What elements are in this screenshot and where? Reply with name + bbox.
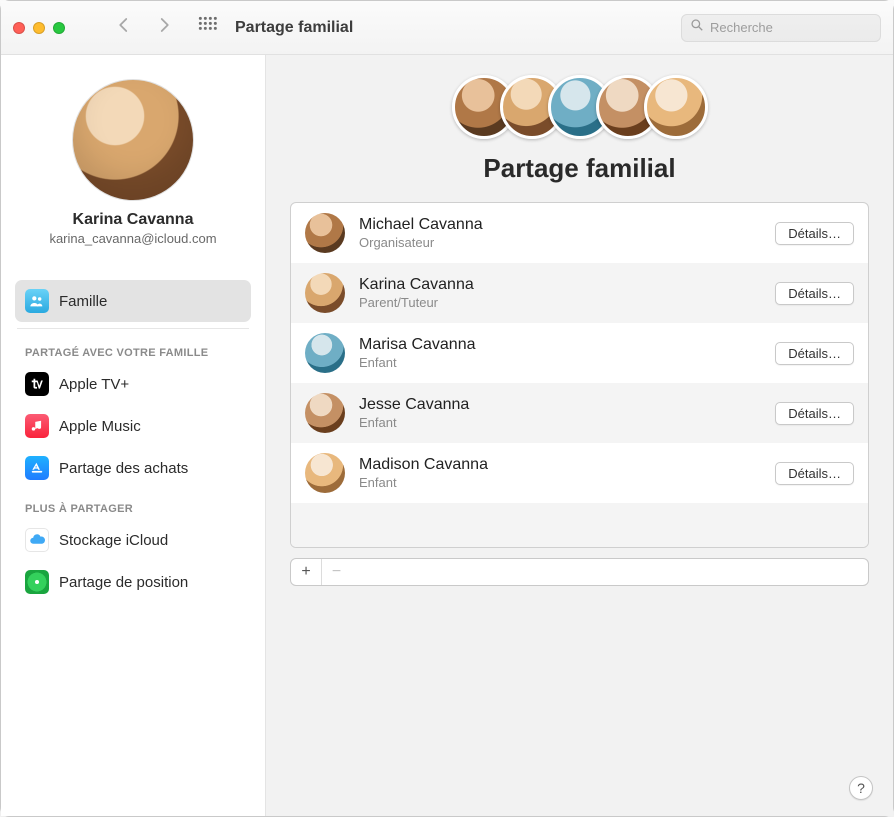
- member-name: Karina Cavanna: [359, 276, 775, 294]
- titlebar-title: Partage familial: [235, 19, 353, 37]
- member-table: Michael CavannaOrganisateurDétails…Karin…: [290, 202, 869, 548]
- member-avatar: [305, 453, 345, 493]
- back-button[interactable]: [115, 16, 133, 39]
- member-text: Marisa CavannaEnfant: [359, 336, 775, 370]
- member-row[interactable]: Jesse CavannaEnfantDétails…: [291, 383, 868, 443]
- zoom-window-button[interactable]: [53, 22, 65, 34]
- member-row[interactable]: Madison CavannaEnfantDétails…: [291, 443, 868, 503]
- hero-avatar-stack: [290, 75, 869, 139]
- sidebar-item-apple-tv[interactable]: Apple TV+: [15, 363, 251, 405]
- sidebar-item-family[interactable]: Famille: [15, 280, 251, 322]
- sidebar-item-label: Apple TV+: [59, 376, 129, 393]
- details-button[interactable]: Détails…: [775, 282, 854, 305]
- profile-avatar[interactable]: [72, 79, 194, 201]
- search-input[interactable]: [710, 20, 872, 35]
- app-store-icon: [25, 456, 49, 480]
- profile-email: karina_cavanna@icloud.com: [15, 231, 251, 246]
- member-name: Jesse Cavanna: [359, 396, 775, 414]
- icloud-icon: [25, 528, 49, 552]
- hero-avatar: [644, 75, 708, 139]
- profile-block: Karina Cavanna karina_cavanna@icloud.com: [15, 69, 251, 252]
- body: Karina Cavanna karina_cavanna@icloud.com…: [1, 55, 893, 816]
- search-icon: [690, 18, 710, 37]
- member-avatar: [305, 393, 345, 433]
- sidebar-item-label: Apple Music: [59, 418, 141, 435]
- add-member-button[interactable]: +: [291, 559, 321, 585]
- member-name: Michael Cavanna: [359, 216, 775, 234]
- sidebar-item-apple-music[interactable]: Apple Music: [15, 405, 251, 447]
- window-controls: [13, 22, 65, 34]
- sidebar-item-label: Famille: [59, 293, 107, 310]
- details-button[interactable]: Détails…: [775, 342, 854, 365]
- details-button[interactable]: Détails…: [775, 402, 854, 425]
- member-text: Madison CavannaEnfant: [359, 456, 775, 490]
- member-name: Madison Cavanna: [359, 456, 775, 474]
- sidebar-item-label: Partage de position: [59, 574, 188, 591]
- main-content: Partage familial Michael CavannaOrganisa…: [266, 55, 893, 816]
- profile-name: Karina Cavanna: [15, 211, 251, 229]
- apple-tv-icon: [25, 372, 49, 396]
- sidebar-section-shared: Partagé avec votre famille: [15, 341, 251, 363]
- close-window-button[interactable]: [13, 22, 25, 34]
- remove-member-button[interactable]: −: [321, 559, 351, 585]
- nav-arrows: [115, 16, 173, 39]
- sidebar-item-location-sharing[interactable]: Partage de position: [15, 561, 251, 603]
- sidebar-item-label: Stockage iCloud: [59, 532, 168, 549]
- family-icon: [25, 289, 49, 313]
- details-button[interactable]: Détails…: [775, 462, 854, 485]
- sidebar: Karina Cavanna karina_cavanna@icloud.com…: [1, 55, 266, 816]
- member-name: Marisa Cavanna: [359, 336, 775, 354]
- member-row[interactable]: Michael CavannaOrganisateurDétails…: [291, 203, 868, 263]
- apple-music-icon: [25, 414, 49, 438]
- window: Partage familial Karina Cavanna karina_c…: [0, 0, 894, 817]
- divider: [17, 328, 249, 329]
- member-avatar: [305, 273, 345, 313]
- member-role: Enfant: [359, 355, 775, 370]
- member-avatar: [305, 213, 345, 253]
- member-row[interactable]: Karina CavannaParent/TuteurDétails…: [291, 263, 868, 323]
- details-button[interactable]: Détails…: [775, 222, 854, 245]
- search-field-wrap[interactable]: [681, 14, 881, 42]
- forward-button[interactable]: [155, 16, 173, 39]
- minimize-window-button[interactable]: [33, 22, 45, 34]
- sidebar-list: Famille Partagé avec votre famille Apple…: [15, 280, 251, 603]
- find-my-icon: [25, 570, 49, 594]
- member-role: Enfant: [359, 415, 775, 430]
- help-button[interactable]: ?: [849, 776, 873, 800]
- member-text: Michael CavannaOrganisateur: [359, 216, 775, 250]
- member-text: Jesse CavannaEnfant: [359, 396, 775, 430]
- member-row[interactable]: Marisa CavannaEnfantDétails…: [291, 323, 868, 383]
- member-text: Karina CavannaParent/Tuteur: [359, 276, 775, 310]
- table-filler: [291, 503, 868, 547]
- sidebar-section-more: Plus à partager: [15, 497, 251, 519]
- sidebar-item-label: Partage des achats: [59, 460, 188, 477]
- titlebar: Partage familial: [1, 1, 893, 55]
- hero: Partage familial: [290, 75, 869, 202]
- show-all-prefs-button[interactable]: [197, 15, 217, 40]
- sidebar-item-icloud-storage[interactable]: Stockage iCloud: [15, 519, 251, 561]
- table-controls: + −: [290, 558, 869, 586]
- member-avatar: [305, 333, 345, 373]
- hero-title: Partage familial: [290, 153, 869, 184]
- sidebar-item-purchase-sharing[interactable]: Partage des achats: [15, 447, 251, 489]
- member-role: Parent/Tuteur: [359, 295, 775, 310]
- member-role: Enfant: [359, 475, 775, 490]
- member-role: Organisateur: [359, 235, 775, 250]
